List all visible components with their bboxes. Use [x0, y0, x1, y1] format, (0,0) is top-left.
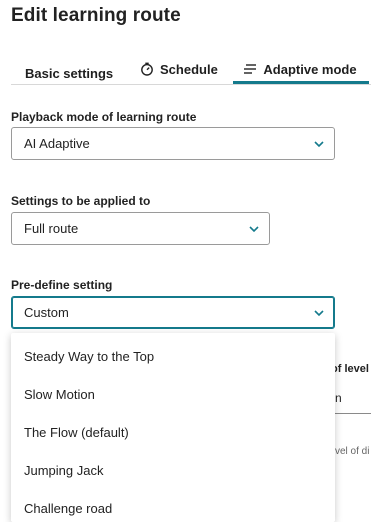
select-value: Custom	[24, 305, 69, 320]
applied-to-select[interactable]: Full route	[11, 212, 270, 245]
page-title: Edit learning route	[11, 5, 181, 26]
predefine-setting-select[interactable]: Custom	[11, 296, 335, 329]
level-cell: n	[335, 391, 342, 405]
stopwatch-icon	[141, 62, 153, 76]
select-value: Full route	[24, 221, 79, 236]
applied-to-label: Settings to be applied to	[11, 194, 151, 208]
level-field-underline	[335, 413, 371, 414]
level-column-header: of level	[331, 363, 369, 375]
active-tab-indicator	[233, 81, 369, 84]
lines-icon	[244, 64, 257, 74]
dropdown-option[interactable]: Steady Way to the Top	[11, 337, 335, 375]
level-hint-text: vel of di	[335, 446, 370, 457]
playback-mode-select[interactable]: AI Adaptive	[11, 127, 335, 160]
tab-adaptive-mode[interactable]: Adaptive mode	[233, 57, 367, 81]
tab-schedule[interactable]: Schedule	[140, 57, 218, 81]
chevron-down-icon	[249, 226, 259, 233]
chevron-down-icon	[314, 141, 324, 148]
playback-mode-label: Playback mode of learning route	[11, 110, 197, 124]
chevron-down-icon	[314, 310, 324, 317]
tab-label: Basic settings	[25, 65, 114, 81]
dropdown-option[interactable]: Slow Motion	[11, 375, 335, 413]
dropdown-option[interactable]: Challenge road	[11, 489, 335, 522]
tab-label: Adaptive mode	[263, 61, 357, 77]
tab-bar: Basic settings Schedule Adaptive mode	[11, 60, 371, 85]
select-value: AI Adaptive	[24, 136, 90, 151]
tab-basic-settings[interactable]: Basic settings	[25, 61, 113, 85]
predefine-setting-label: Pre-define setting	[11, 278, 113, 292]
predefine-dropdown-menu: Steady Way to the Top Slow Motion The Fl…	[11, 333, 335, 522]
tab-label: Schedule	[160, 61, 218, 77]
dropdown-option[interactable]: Jumping Jack	[11, 451, 335, 489]
dropdown-option[interactable]: The Flow (default)	[11, 413, 335, 451]
